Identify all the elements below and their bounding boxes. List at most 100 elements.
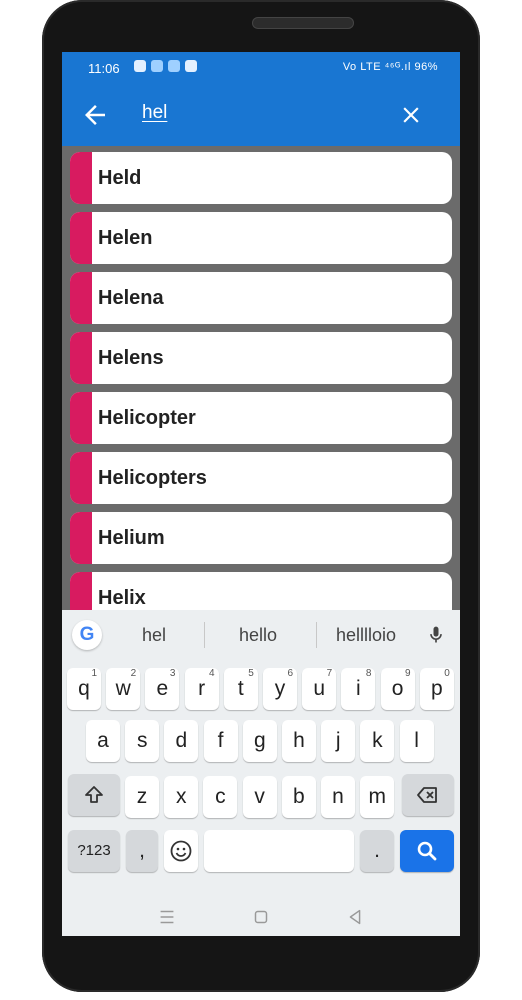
key-k[interactable]: k [360,720,395,762]
key-hint: 9 [405,668,411,679]
key-o[interactable]: o9 [380,668,415,710]
key-hint: 4 [209,668,215,679]
result-label: Helicopters [98,467,207,489]
key-l[interactable]: l [399,720,434,762]
earpiece-speaker [252,17,354,29]
key-n[interactable]: n [321,776,355,818]
key-v[interactable]: v [242,776,277,818]
key-hint: 2 [130,668,137,679]
period-key[interactable]: . [360,830,394,872]
home-icon [134,60,146,72]
key-label: r [198,677,206,700]
key-i[interactable]: i8 [341,668,376,710]
key-label: t [237,677,244,700]
suggestion-strip: G hel hello helllloio [62,610,460,660]
result-label: Held [98,167,142,189]
space-key[interactable] [204,830,354,872]
result-item[interactable]: Helens [70,332,452,384]
key-f[interactable]: f [203,720,238,762]
key-label: q [78,677,90,700]
key-label: b [292,785,305,808]
suggestion-2[interactable]: hello [208,625,308,646]
result-item[interactable]: Held [70,152,452,204]
key-label: n [332,785,344,808]
key-hint: 1 [91,668,97,679]
key-r[interactable]: r4 [184,668,219,710]
key-b[interactable]: b [281,776,316,818]
key-e[interactable]: e3 [145,668,180,710]
key-label: z [136,785,148,808]
result-item[interactable]: Helicopters [70,452,452,504]
emoji-key[interactable] [164,830,198,872]
result-label: Helen [98,227,153,249]
key-hint: 3 [169,668,176,679]
key-label: u [313,677,326,700]
key-label: v [254,785,265,808]
symbols-key[interactable]: ?123 [68,830,120,872]
notification-icons [134,60,197,72]
key-hint: 5 [248,668,254,679]
key-label: m [368,785,386,808]
key-hint: 0 [444,668,450,679]
recent-apps-icon[interactable] [156,906,178,928]
close-icon[interactable] [398,102,424,128]
key-h[interactable]: h [282,720,316,762]
result-accent-bar [70,512,92,564]
screen: 11:06 Vo LTE ⁴⁶ᴳ.ıl 96% hel Held Helen Hel… [62,52,460,936]
key-s[interactable]: s [125,720,160,762]
key-label: e [156,677,169,700]
result-accent-bar [70,212,92,264]
home-button-icon[interactable] [250,906,272,928]
key-c[interactable]: c [203,776,238,818]
key-w[interactable]: w2 [106,668,141,710]
key-q[interactable]: q1 [67,668,101,710]
key-g[interactable]: g [242,720,277,762]
backspace-key[interactable] [402,774,454,816]
arrow-left-icon[interactable] [80,100,110,130]
key-label: g [253,729,266,752]
key-y[interactable]: y6 [263,668,297,710]
key-d[interactable]: d [164,720,199,762]
result-label: Helium [98,527,165,549]
key-label: d [175,729,188,752]
key-m[interactable]: m [360,776,395,818]
comma-key[interactable]: , [126,830,158,872]
system-navigation-bar [62,900,460,936]
shift-key[interactable] [68,774,120,816]
microphone-icon[interactable] [426,624,446,646]
key-label: p [430,677,443,700]
key-hint: 6 [287,668,293,679]
search-app-bar: hel [62,84,460,146]
result-item[interactable]: Helicopter [70,392,452,444]
result-label: Helicopter [98,407,196,429]
google-g-icon[interactable]: G [72,620,102,650]
key-x[interactable]: x [164,776,199,818]
key-t[interactable]: t5 [223,668,258,710]
result-item[interactable]: Helium [70,512,452,564]
key-j[interactable]: j [321,720,356,762]
result-accent-bar [70,392,92,444]
key-label: x [175,785,187,808]
suggestion-3[interactable]: helllloio [316,625,416,646]
key-hint: 7 [326,668,333,679]
key-label: y [274,677,286,700]
key-a[interactable]: a [86,720,120,762]
result-accent-bar [70,452,92,504]
suggestion-1[interactable]: hel [104,625,204,646]
result-accent-bar [70,272,92,324]
key-z[interactable]: z [125,776,159,818]
key-label: k [372,729,383,752]
key-label: o [391,677,404,700]
search-input[interactable]: hel [142,102,167,124]
key-u[interactable]: u7 [302,668,337,710]
back-button-icon[interactable] [344,906,366,928]
key-p[interactable]: p0 [419,668,454,710]
key-label: i [356,677,361,700]
result-label: Helens [98,347,164,369]
result-item[interactable]: Helen [70,212,452,264]
key-label: j [335,729,341,752]
search-key[interactable] [400,830,454,872]
data-saver-icon [185,60,197,72]
result-item[interactable]: Helena [70,272,452,324]
app-notification-icon [151,60,163,72]
